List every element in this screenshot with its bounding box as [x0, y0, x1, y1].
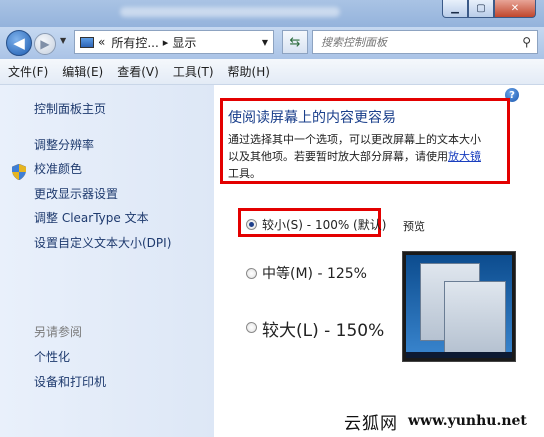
forward-arrow-icon: ▶: [40, 37, 50, 51]
address-overflow[interactable]: «: [98, 35, 105, 49]
option-larger-label[interactable]: 较大(L) - 150%: [262, 316, 384, 341]
shield-icon: [12, 164, 26, 180]
forward-button[interactable]: ▶: [34, 33, 56, 55]
address-bar[interactable]: « 所有控... ▸ 显示 ▼: [74, 30, 274, 54]
option-medium-label[interactable]: 中等(M) - 125%: [262, 263, 367, 283]
back-arrow-icon: ◀: [13, 34, 25, 52]
minimize-button[interactable]: ▁: [442, 0, 468, 18]
sidebar-item-devices-printers[interactable]: 设备和打印机: [34, 373, 106, 390]
menu-file[interactable]: 文件(F): [8, 63, 48, 80]
close-button[interactable]: ✕: [494, 0, 536, 18]
option-smaller-label[interactable]: 较小(S) - 100% (默认): [262, 216, 386, 233]
breadcrumb-all-control-panel[interactable]: 所有控...: [111, 34, 158, 51]
sidebar-item-adjust-resolution[interactable]: 调整分辨率: [34, 136, 94, 153]
radio-smaller[interactable]: [246, 219, 257, 230]
maximize-button[interactable]: ▢: [468, 0, 494, 18]
menu-tools[interactable]: 工具(T): [173, 63, 214, 80]
description-line-2: 以及其他项。若要暂时放大部分屏幕，请使用: [228, 150, 448, 163]
watermark-text: 云狐网: [344, 413, 398, 434]
menu-help[interactable]: 帮助(H): [228, 63, 270, 80]
preview-label: 预览: [403, 220, 425, 233]
sidebar-item-calibrate-color[interactable]: 校准颜色: [34, 160, 82, 177]
description-line-1: 通过选择其中一个选项，可以更改屏幕上的文本大小: [228, 133, 481, 146]
page-title: 使阅读屏幕上的内容更容易: [228, 110, 396, 126]
page-description: 通过选择其中一个选项，可以更改屏幕上的文本大小 以及其他项。若要暂时放大部分屏幕…: [228, 131, 508, 182]
magnifier-link[interactable]: 放大镜: [448, 150, 481, 163]
search-input[interactable]: [319, 34, 503, 50]
preview-monitor: [402, 251, 516, 362]
preview-taskbar: [406, 352, 512, 358]
sidebar-item-custom-dpi[interactable]: 设置自定义文本大小(DPI): [34, 234, 171, 251]
control-panel-icon: [80, 36, 94, 48]
window-controls: ▁ ▢ ✕: [442, 0, 536, 20]
watermark-url: www.yunhu.net: [408, 413, 527, 429]
see-also-title: 另请参阅: [34, 325, 83, 339]
watermark: 云狐网 www.yunhu.net: [316, 405, 544, 437]
history-dropdown-icon[interactable]: ▼: [60, 36, 66, 45]
refresh-icon: ⇆: [289, 34, 301, 50]
description-line-3: 工具。: [228, 167, 261, 180]
navigation-bar: ◀ ▶ ▼ « 所有控... ▸ 显示 ▼ ⇆ ⚲: [0, 27, 544, 59]
title-bar: ▁ ▢ ✕: [0, 0, 544, 27]
window-title-blurred: [120, 7, 340, 17]
preview-screen: [406, 255, 512, 358]
menu-edit[interactable]: 编辑(E): [62, 63, 103, 80]
breadcrumb-display[interactable]: 显示: [172, 34, 196, 51]
search-box[interactable]: ⚲: [312, 30, 538, 54]
sidebar: 控制面板主页 调整分辨率 校准颜色 更改显示器设置 调整 ClearType 文…: [0, 85, 214, 437]
refresh-button[interactable]: ⇆: [282, 30, 308, 54]
sidebar-item-control-panel-home[interactable]: 控制面板主页: [34, 100, 106, 117]
back-button[interactable]: ◀: [6, 30, 32, 56]
radio-medium[interactable]: [246, 268, 257, 279]
address-dropdown-icon[interactable]: ▼: [262, 38, 268, 47]
breadcrumb-separator-icon[interactable]: ▸: [163, 36, 169, 49]
sidebar-item-adjust-cleartype[interactable]: 调整 ClearType 文本: [34, 209, 149, 226]
preview-window-front: [444, 281, 506, 353]
radio-larger[interactable]: [246, 322, 257, 333]
menu-view[interactable]: 查看(V): [117, 63, 159, 80]
search-icon[interactable]: ⚲: [522, 35, 531, 49]
sidebar-item-change-display-settings[interactable]: 更改显示器设置: [34, 185, 118, 202]
sidebar-item-personalization[interactable]: 个性化: [34, 348, 70, 365]
menu-bar: 文件(F) 编辑(E) 查看(V) 工具(T) 帮助(H): [0, 59, 544, 85]
